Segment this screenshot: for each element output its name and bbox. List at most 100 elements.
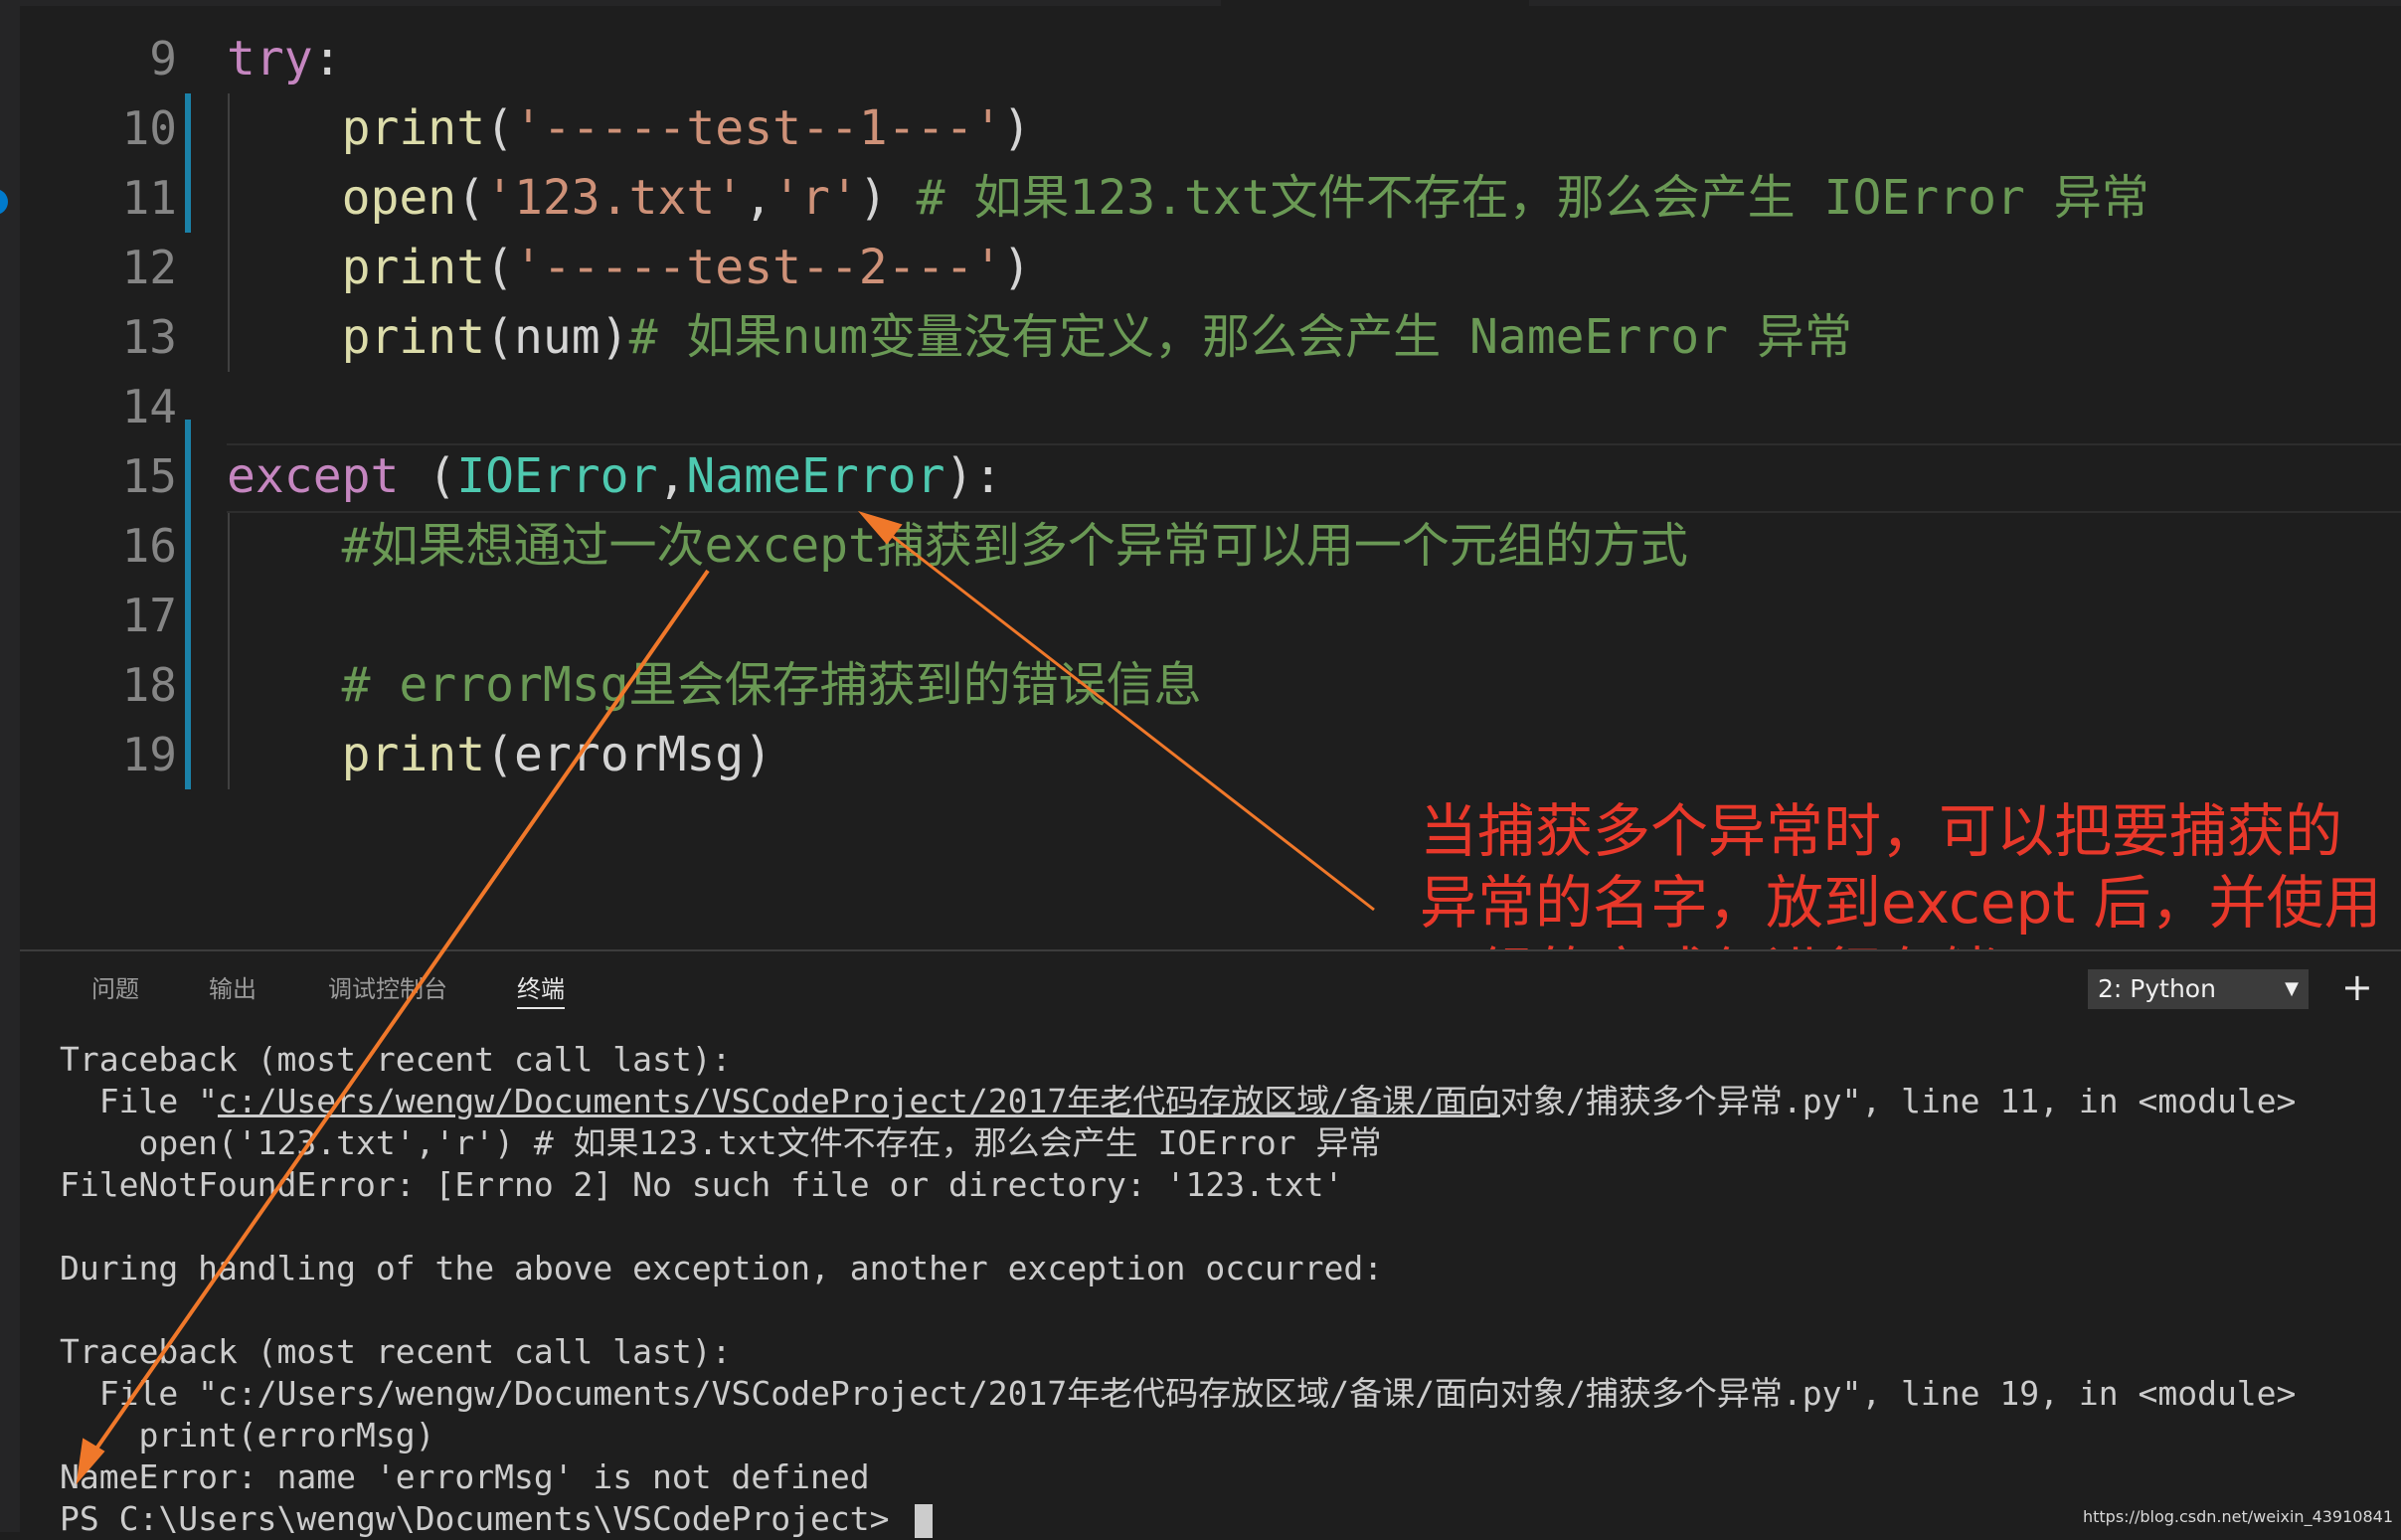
line-number: 18 (121, 658, 177, 712)
code-token: NameError (686, 448, 945, 504)
code-text: # errorMsg里会保存捕获到的错误信息 (227, 650, 1202, 720)
tab-problems[interactable]: 问题 (91, 971, 139, 1007)
terminal-text: During handling of the above exception, … (60, 1249, 1384, 1287)
code-token: try (227, 31, 313, 86)
line-number: 19 (121, 728, 177, 781)
terminal-select[interactable]: 2: Python ▼ (2088, 969, 2309, 1009)
code-token: (errorMsg) (485, 727, 773, 782)
code-line[interactable]: 14 (0, 372, 2401, 441)
line-number: 17 (121, 589, 177, 642)
code-token: # 如果123.txt文件不存在，那么会产生 IOError 异常 (916, 170, 2149, 226)
code-token: IOError (456, 448, 658, 504)
line-number: 13 (121, 310, 177, 364)
terminal-line: Traceback (most recent call last): (60, 1331, 2296, 1373)
tab-terminal[interactable]: 终端 (517, 971, 565, 1009)
terminal-line: File "c:/Users/wengw/Documents/VSCodePro… (60, 1081, 2297, 1122)
terminal-text: NameError: name 'errorMsg' is not define… (60, 1457, 870, 1496)
terminal-line: PS C:\Users\wengw\Documents\VSCodeProjec… (60, 1498, 2296, 1540)
code-token: except (227, 448, 400, 504)
code-token: ( (485, 100, 514, 156)
code-line[interactable]: 11 open('123.txt','r') # 如果123.txt文件不存在，… (0, 163, 2401, 233)
activity-strip (0, 0, 20, 1532)
terminal-cursor (915, 1503, 934, 1538)
code-token: ( (456, 170, 486, 226)
code-token: print (341, 100, 486, 156)
watermark: https://blog.csdn.net/weixin_43910841 (2082, 1507, 2393, 1526)
code-text: except (IOError,NameError): (227, 441, 1002, 511)
code-text: print(errorMsg) (227, 720, 772, 789)
terminal-text: File "c:/Users/wengw/Documents/VSCodePro… (60, 1374, 2297, 1413)
code-line[interactable]: 15 except (IOError,NameError): (0, 441, 2401, 511)
line-number: 10 (121, 101, 177, 155)
code-token: ): (944, 448, 1003, 504)
add-terminal-icon[interactable]: + (2341, 965, 2373, 1009)
terminal-text: PS C:\Users\wengw\Documents\VSCodeProjec… (60, 1499, 910, 1538)
line-number: 12 (121, 241, 177, 294)
code-token: , (657, 448, 687, 504)
code-editor[interactable]: 9 try: 10 print('-----test--1---') 11 open(… (0, 0, 2401, 949)
code-token: 'r' (772, 170, 859, 226)
terminal-text: open('123.txt','r') # 如果123.txt文件不存在，那么会… (60, 1123, 1382, 1162)
line-number: 11 (121, 171, 177, 225)
code-token: ) (1002, 240, 1032, 295)
code-token: : (312, 31, 342, 86)
terminal-text: print(errorMsg) (60, 1416, 435, 1454)
code-line[interactable]: 9 try: (0, 24, 2401, 93)
terminal-text: File " (60, 1082, 218, 1120)
code-token: (num) (485, 309, 629, 365)
line-number: 9 (149, 32, 177, 86)
code-token: '-----test--1---' (514, 100, 1003, 156)
code-line[interactable]: 19 print(errorMsg) (0, 720, 2401, 789)
terminal-line: print(errorMsg) (60, 1415, 2296, 1456)
code-text: print('-----test--2---') (227, 233, 1032, 302)
code-token: print (341, 727, 486, 782)
code-token: '123.txt' (485, 170, 745, 226)
bottom-panel: 问题 输出 调试控制台 终端 2: Python ▼ + Traceback (… (20, 949, 2401, 1538)
terminal-line: FileNotFoundError: [Errno 2] No such fil… (60, 1164, 2296, 1206)
tab-output[interactable]: 输出 (209, 971, 257, 1007)
code-text: try: (227, 24, 342, 93)
code-token: # 如果num变量没有定义，那么会产生 NameError 异常 (628, 309, 1852, 365)
code-token: print (341, 309, 486, 365)
code-token: # errorMsg里会保存捕获到的错误信息 (341, 657, 1202, 713)
code-line[interactable]: 16 #如果想通过一次except捕获到多个异常可以用一个元组的方式 (0, 511, 2401, 581)
code-text: open('123.txt','r') # 如果123.txt文件不存在，那么会… (227, 163, 2149, 233)
red-annotation-text: 当捕获多个异常时，可以把要捕获的异常的名字，放到except 后，并使用元组的方… (1420, 795, 2382, 949)
terminal-text: Traceback (most recent call last): (60, 1332, 732, 1371)
code-line[interactable]: 17 (0, 581, 2401, 650)
code-line[interactable]: 13 print(num)# 如果num变量没有定义，那么会产生 NameErr… (0, 302, 2401, 372)
terminal-file-link[interactable]: c:/Users/wengw/Documents/VSCodeProject/2… (218, 1082, 1500, 1120)
code-line[interactable]: 12 print('-----test--2---') (0, 233, 2401, 302)
code-token: '-----test--2---' (514, 240, 1003, 295)
code-token: ( (399, 448, 457, 504)
code-text: #如果想通过一次except捕获到多个异常可以用一个元组的方式 (227, 511, 1688, 581)
terminal-line: NameError: name 'errorMsg' is not define… (60, 1456, 2296, 1498)
line-number: 15 (121, 449, 177, 503)
terminal-line: Traceback (most recent call last): (60, 1039, 2296, 1081)
line-number: 16 (121, 519, 177, 573)
code-token: ) (1002, 100, 1032, 156)
code-token: #如果想通过一次except捕获到多个异常可以用一个元组的方式 (341, 518, 1688, 574)
code-token: ) (858, 170, 917, 226)
terminal-select-value: 2: Python (2098, 974, 2216, 1003)
terminal-text: Traceback (most recent call last): (60, 1040, 732, 1079)
annotation-line: 当捕获多个异常时，可以把要捕获的 (1420, 797, 2343, 865)
annotation-line: 元组的方式仅进行存储 (1420, 939, 2382, 949)
annotation-line: 异常的名字，放到except 后，并使用 (1420, 869, 2382, 937)
line-number: 14 (121, 380, 177, 433)
tab-debug-console[interactable]: 调试控制台 (328, 971, 447, 1007)
code-token: print (341, 240, 486, 295)
terminal-output[interactable]: Traceback (most recent call last): File … (60, 1039, 2296, 1540)
editor-top-strip-gap (1221, 0, 1529, 6)
code-line[interactable]: 18 # errorMsg里会保存捕获到的错误信息 (0, 650, 2401, 720)
code-line[interactable]: 10 print('-----test--1---') (0, 93, 2401, 163)
terminal-line: File "c:/Users/wengw/Documents/VSCodePro… (60, 1373, 2297, 1415)
